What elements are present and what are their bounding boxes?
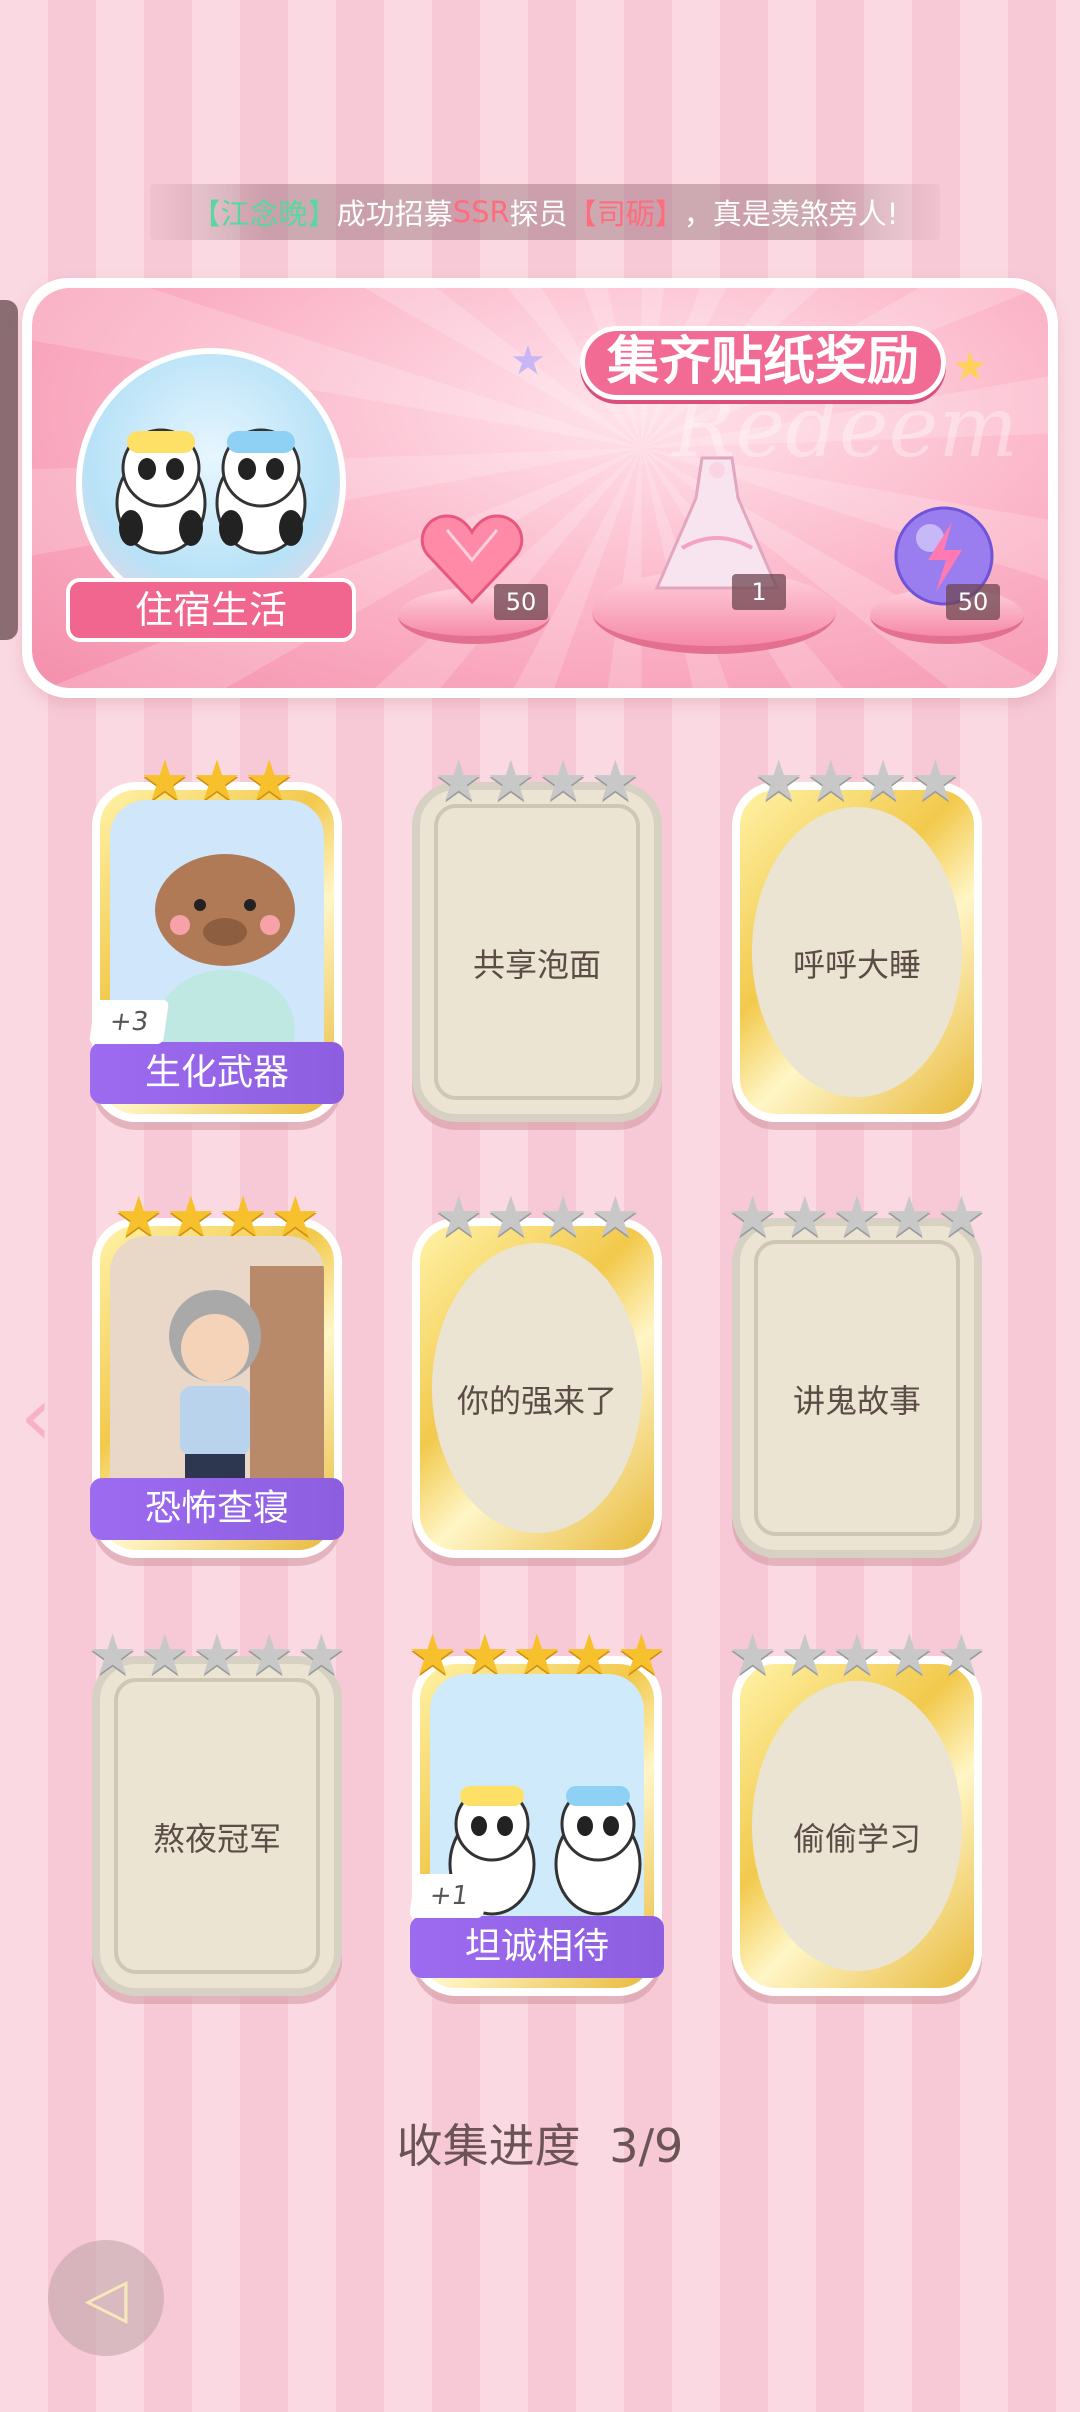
star-empty-icon: ★ bbox=[538, 1185, 589, 1250]
sticker-title: 共享泡面 bbox=[472, 946, 601, 984]
star-empty-icon: ★ bbox=[485, 1185, 536, 1250]
star-rating: ★ ★ ★ ★ ★ bbox=[728, 1623, 987, 1688]
sticker-card[interactable]: ★ ★ ★ ★ 呼呼大睡 bbox=[732, 754, 982, 1122]
ticker-bracket: 【 bbox=[567, 197, 597, 231]
duplicate-count-badge: +3 bbox=[88, 1000, 170, 1044]
star-filled-icon: ★ bbox=[616, 1623, 667, 1688]
collection-reward-banner: Redeem ★ ★ 集齐贴纸奖励 住宿生活 50 1 50 bbox=[22, 278, 1058, 698]
reward-count: 1 bbox=[732, 574, 786, 610]
collection-progress: 收集进度 3/9 bbox=[0, 2110, 1080, 2176]
duplicate-count-badge: +1 bbox=[408, 1874, 490, 1918]
star-empty-icon: ★ bbox=[538, 749, 589, 814]
star-empty-icon: ★ bbox=[936, 1185, 987, 1250]
ticker-text: 成功招募 bbox=[336, 197, 453, 231]
star-empty-icon: ★ bbox=[433, 1185, 484, 1250]
sticker-card[interactable]: ★ ★ ★ ★ 共享泡面 bbox=[412, 754, 662, 1122]
star-empty-icon: ★ bbox=[779, 1185, 830, 1250]
star-empty-icon: ★ bbox=[884, 1623, 935, 1688]
star-rating: ★ ★ ★ ★ bbox=[420, 754, 654, 810]
star-empty-icon: ★ bbox=[590, 1185, 641, 1250]
star-empty-icon: ★ bbox=[296, 1623, 347, 1688]
star-filled-icon: ★ bbox=[407, 1623, 458, 1688]
star-empty-icon: ★ bbox=[485, 749, 536, 814]
sticker-title: 讲鬼故事 bbox=[792, 1382, 921, 1420]
ticker-bracket: 【 bbox=[191, 197, 221, 231]
broadcast-ticker: 【江念晚】成功招募 SSR 探员【司砺】，真是羡煞旁人! bbox=[150, 184, 940, 240]
star-decoration-icon: ★ bbox=[952, 344, 988, 390]
ticker-agent-name: 司砺 bbox=[596, 197, 655, 231]
star-empty-icon: ★ bbox=[87, 1623, 138, 1688]
star-empty-icon: ★ bbox=[884, 1185, 935, 1250]
ticker-bracket: 】 bbox=[654, 197, 684, 231]
back-arrow-icon: ◁ bbox=[84, 2265, 128, 2331]
star-rating: ★ ★ ★ ★ bbox=[420, 1190, 654, 1246]
banner-title: 集齐贴纸奖励 bbox=[580, 326, 947, 400]
sticker-title: 恐怖查寝 bbox=[90, 1478, 344, 1540]
ticker-text: 探员 bbox=[509, 197, 568, 231]
ticker-player-name: 江念晚 bbox=[220, 197, 308, 231]
ticker-bracket: 】 bbox=[307, 197, 337, 231]
star-empty-icon: ★ bbox=[805, 749, 856, 814]
sticker-card[interactable]: ★ ★ ★ ★ 你的强来了 bbox=[412, 1190, 662, 1558]
star-empty-icon: ★ bbox=[590, 749, 641, 814]
star-rating: ★ ★ ★ ★ ★ bbox=[88, 1623, 347, 1688]
side-drawer-handle[interactable] bbox=[0, 300, 18, 640]
progress-label: 收集进度 bbox=[396, 2119, 581, 2173]
star-rating: ★ ★ ★ ★ ★ bbox=[728, 1185, 987, 1250]
sticker-card[interactable]: ★ ★ ★ ★ ★ 讲鬼故事 bbox=[728, 1190, 987, 1558]
star-decoration-icon: ★ bbox=[510, 338, 546, 384]
star-empty-icon: ★ bbox=[433, 749, 484, 814]
star-empty-icon: ★ bbox=[936, 1623, 987, 1688]
sticker-title: 熬夜冠军 bbox=[152, 1820, 281, 1858]
star-empty-icon: ★ bbox=[244, 1623, 295, 1688]
sticker-title: 坦诚相待 bbox=[410, 1916, 664, 1978]
star-empty-icon: ★ bbox=[727, 1185, 778, 1250]
chevron-left-icon[interactable]: ‹ bbox=[20, 1370, 52, 1463]
sticker-card[interactable]: ★ ★ ★ ★ ★ 偷偷学习 bbox=[728, 1628, 987, 1996]
sticker-card[interactable]: ★ ★ ★ ★ ★ 坦诚相待 +1 bbox=[408, 1628, 667, 1996]
star-empty-icon: ★ bbox=[139, 1623, 190, 1688]
sticker-card[interactable]: ★ ★ ★ ★ ★ 熬夜冠军 bbox=[88, 1628, 347, 1996]
sticker-title: 生化武器 bbox=[90, 1042, 344, 1104]
star-empty-icon: ★ bbox=[191, 1623, 243, 1688]
reward-count: 50 bbox=[946, 584, 1000, 620]
sticker-title: 呼呼大睡 bbox=[792, 946, 921, 984]
ticker-text: ，真是羡煞旁人! bbox=[683, 197, 899, 231]
star-empty-icon: ★ bbox=[779, 1623, 830, 1688]
theme-label: 住宿生活 bbox=[66, 578, 356, 642]
star-empty-icon: ★ bbox=[727, 1623, 778, 1688]
sticker-card[interactable]: ★ ★ ★ ★ 恐怖查寝 bbox=[90, 1190, 344, 1558]
star-rating: ★ ★ ★ ★ bbox=[740, 754, 974, 810]
pandas-bath-icon bbox=[115, 428, 307, 555]
reward-count: 50 bbox=[494, 584, 548, 620]
star-empty-icon: ★ bbox=[910, 749, 961, 814]
star-empty-icon: ★ bbox=[858, 749, 909, 814]
star-empty-icon: ★ bbox=[831, 1623, 883, 1688]
progress-value: 3/9 bbox=[609, 2119, 684, 2173]
sticker-title: 你的强来了 bbox=[456, 1382, 617, 1420]
star-empty-icon: ★ bbox=[753, 749, 804, 814]
back-button[interactable]: ◁ bbox=[48, 2240, 164, 2356]
ticker-rarity: SSR bbox=[452, 195, 510, 229]
sticker-card[interactable]: ★ ★ ★ 生化武器 +3 bbox=[88, 754, 344, 1122]
sticker-title: 偷偷学习 bbox=[792, 1820, 921, 1858]
star-empty-icon: ★ bbox=[831, 1185, 883, 1250]
